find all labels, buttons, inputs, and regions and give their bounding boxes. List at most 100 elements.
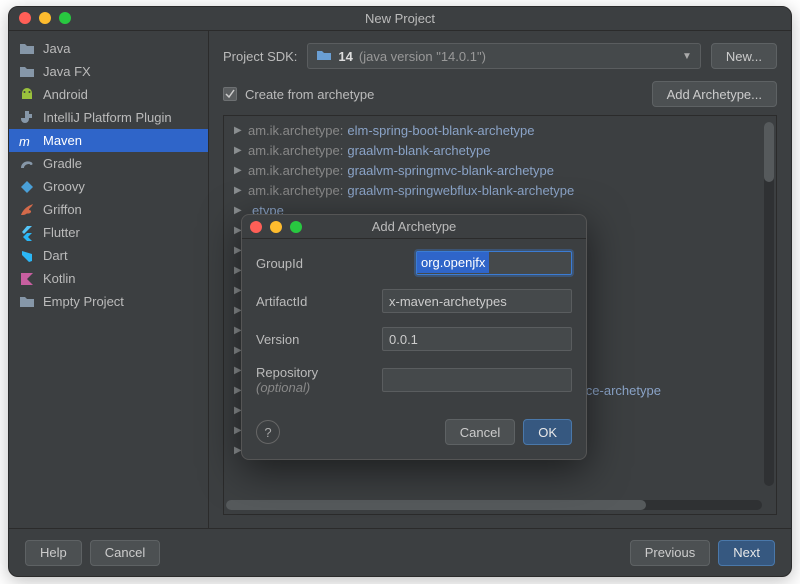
sidebar-item-maven[interactable]: m Maven: [9, 129, 208, 152]
sidebar-item-java[interactable]: Java: [9, 37, 208, 60]
dialog-window-controls: [250, 221, 302, 233]
sidebar-item-flutter[interactable]: Flutter: [9, 221, 208, 244]
groupid-label: GroupId: [256, 256, 406, 271]
new-button-label: New...: [726, 49, 762, 64]
archetype-prefix: am.ik.archetype:: [248, 123, 343, 138]
sidebar-item-label: IntelliJ Platform Plugin: [43, 110, 172, 125]
chevron-down-icon: ▼: [682, 51, 692, 62]
groupid-selected-text: org.openjfx: [417, 252, 489, 273]
expand-arrow-icon[interactable]: ▶: [234, 185, 244, 196]
archetype-node[interactable]: ▶ am.ik.archetype: graalvm-springmvc-blank…: [224, 160, 776, 180]
repository-label-text: Repository: [256, 365, 318, 380]
archetype-node[interactable]: ▶ am.ik.archetype: elm-spring-boot-blank-a…: [224, 120, 776, 140]
scrollbar-thumb[interactable]: [764, 122, 774, 182]
create-from-archetype-checkbox[interactable]: [223, 87, 237, 101]
new-sdk-button[interactable]: New...: [711, 43, 777, 69]
expand-arrow-icon[interactable]: ▶: [234, 125, 244, 136]
sidebar-item-dart[interactable]: Dart: [9, 244, 208, 267]
minimize-icon[interactable]: [270, 221, 282, 233]
sidebar-item-android[interactable]: Android: [9, 83, 208, 106]
checkbox-label: Create from archetype: [245, 87, 374, 102]
sidebar-item-label: Griffon: [43, 202, 82, 217]
archetype-node[interactable]: ▶ am.ik.archetype: graalvm-blank-archetype: [224, 140, 776, 160]
next-label: Next: [733, 545, 760, 560]
sidebar-item-label: Android: [43, 87, 88, 102]
sidebar-item-gradle[interactable]: Gradle: [9, 152, 208, 175]
project-type-sidebar: Java Java FX Android IntelliJ Platform P…: [9, 31, 209, 528]
artifactid-label: ArtifactId: [256, 294, 372, 309]
sdk-version: 14: [338, 49, 352, 64]
titlebar: New Project: [9, 7, 791, 31]
groupid-input[interactable]: org.openjfx: [416, 251, 572, 275]
previous-button[interactable]: Previous: [630, 540, 711, 566]
maven-icon: m: [19, 133, 35, 149]
help-label: Help: [40, 545, 67, 560]
repository-label: Repository (optional): [256, 365, 372, 395]
dart-icon: [19, 248, 35, 264]
next-button[interactable]: Next: [718, 540, 775, 566]
expand-arrow-icon[interactable]: ▶: [234, 205, 244, 216]
version-input[interactable]: [382, 327, 572, 351]
griffon-icon: [19, 202, 35, 218]
sidebar-item-label: Maven: [43, 133, 82, 148]
groovy-icon: [19, 179, 35, 195]
sidebar-item-label: Flutter: [43, 225, 80, 240]
sidebar-item-label: Java FX: [43, 64, 91, 79]
minimize-icon[interactable]: [39, 12, 51, 24]
archetype-prefix: am.ik.archetype:: [248, 143, 343, 158]
repository-input[interactable]: [382, 368, 572, 392]
dialog-help-button[interactable]: ?: [256, 420, 280, 444]
previous-label: Previous: [645, 545, 696, 560]
horizontal-scrollbar[interactable]: [226, 500, 762, 510]
zoom-icon[interactable]: [59, 12, 71, 24]
kotlin-icon: [19, 271, 35, 287]
vertical-scrollbar[interactable]: [764, 122, 774, 486]
folder-icon: [19, 294, 35, 310]
scrollbar-thumb[interactable]: [226, 500, 646, 510]
archetype-prefix: am.ik.archetype:: [248, 163, 343, 178]
add-archetype-button[interactable]: Add Archetype...: [652, 81, 777, 107]
archetype-name: graalvm-springwebflux-blank-archetype: [347, 183, 574, 198]
archetype-name: graalvm-springmvc-blank-archetype: [347, 163, 554, 178]
sidebar-item-javafx[interactable]: Java FX: [9, 60, 208, 83]
dialog-titlebar: Add Archetype: [242, 215, 586, 239]
expand-arrow-icon[interactable]: ▶: [234, 165, 244, 176]
add-archetype-dialog: Add Archetype GroupId org.openjfx Artifa…: [241, 214, 587, 460]
cancel-button[interactable]: Cancel: [90, 540, 160, 566]
sidebar-item-groovy[interactable]: Groovy: [9, 175, 208, 198]
sidebar-item-label: Groovy: [43, 179, 85, 194]
dialog-cancel-button[interactable]: Cancel: [445, 419, 515, 445]
new-project-window: New Project Java Java FX Android Intelli…: [8, 6, 792, 577]
cancel-label: Cancel: [105, 545, 145, 560]
sidebar-item-intellij-plugin[interactable]: IntelliJ Platform Plugin: [9, 106, 208, 129]
artifactid-input[interactable]: [382, 289, 572, 313]
help-icon: ?: [264, 425, 271, 440]
close-icon[interactable]: [250, 221, 262, 233]
archetype-name: graalvm-blank-archetype: [347, 143, 490, 158]
optional-label: (optional): [256, 380, 310, 395]
add-archetype-label: Add Archetype...: [667, 87, 762, 102]
project-sdk-combo[interactable]: 14 (java version "14.0.1") ▼: [307, 43, 700, 69]
window-controls: [19, 12, 71, 24]
zoom-icon[interactable]: [290, 221, 302, 233]
svg-text:m: m: [19, 134, 30, 149]
sidebar-item-empty[interactable]: Empty Project: [9, 290, 208, 313]
android-icon: [19, 87, 35, 103]
expand-arrow-icon[interactable]: ▶: [234, 145, 244, 156]
sidebar-item-label: Dart: [43, 248, 68, 263]
gradle-icon: [19, 156, 35, 172]
flutter-icon: [19, 225, 35, 241]
version-label: Version: [256, 332, 372, 347]
sidebar-item-kotlin[interactable]: Kotlin: [9, 267, 208, 290]
dialog-ok-button[interactable]: OK: [523, 419, 572, 445]
plugin-icon: [19, 110, 35, 126]
archetype-name: elm-spring-boot-blank-archetype: [347, 123, 534, 138]
wizard-footer: Help Cancel Previous Next: [9, 528, 791, 576]
close-icon[interactable]: [19, 12, 31, 24]
folder-icon: [19, 41, 35, 57]
sidebar-item-label: Empty Project: [43, 294, 124, 309]
sidebar-item-griffon[interactable]: Griffon: [9, 198, 208, 221]
archetype-node[interactable]: ▶ am.ik.archetype: graalvm-springwebflux-b…: [224, 180, 776, 200]
archetype-prefix: am.ik.archetype:: [248, 183, 343, 198]
help-button[interactable]: Help: [25, 540, 82, 566]
